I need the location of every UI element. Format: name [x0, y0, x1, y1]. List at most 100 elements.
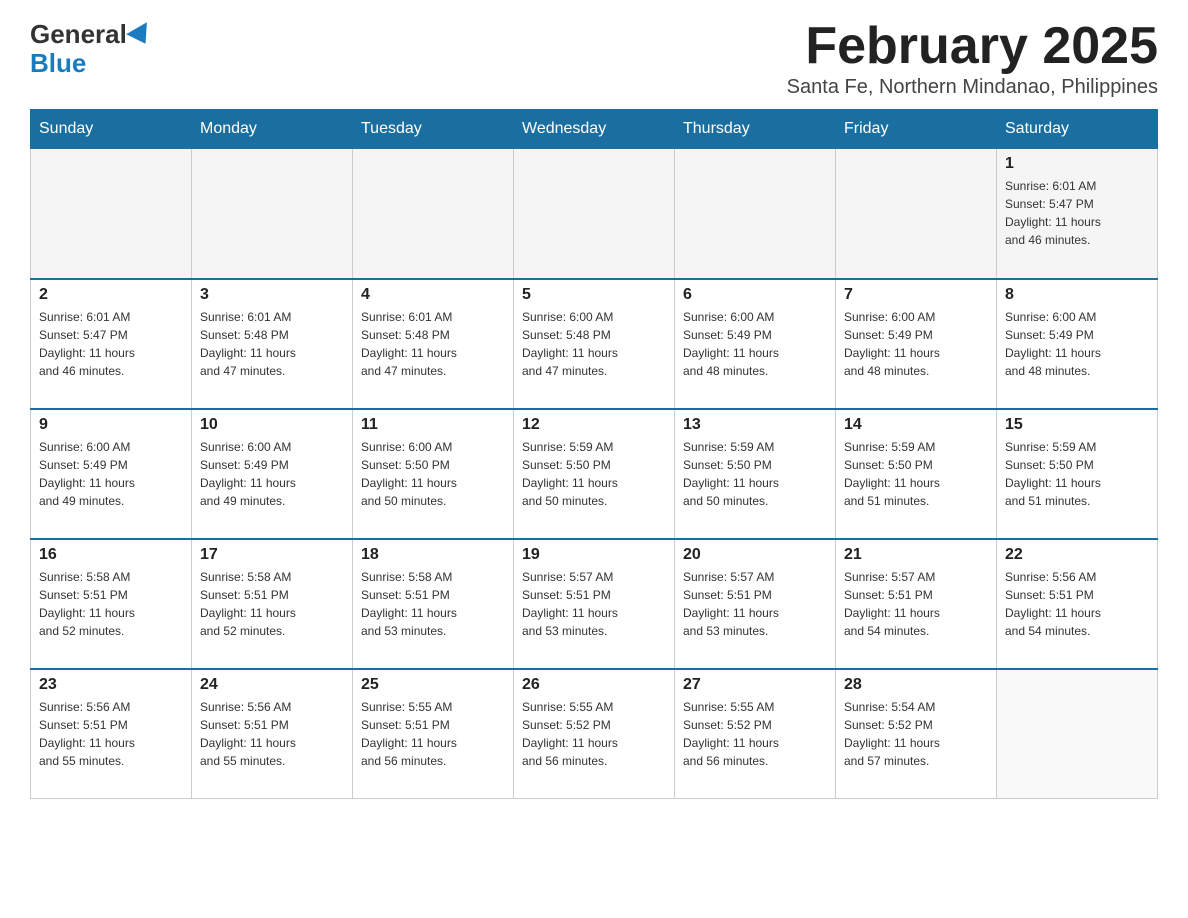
calendar-cell: 9 Sunrise: 6:00 AM Sunset: 5:49 PM Daylig…: [31, 409, 192, 539]
calendar-cell: 20 Sunrise: 5:57 AM Sunset: 5:51 PM Dayli…: [675, 539, 836, 669]
day-info: Sunrise: 6:00 AM Sunset: 5:49 PM Dayligh…: [844, 308, 988, 380]
calendar-cell: 13 Sunrise: 5:59 AM Sunset: 5:50 PM Dayli…: [675, 409, 836, 539]
calendar-cell: 22 Sunrise: 5:56 AM Sunset: 5:51 PM Dayli…: [997, 539, 1158, 669]
calendar-week-row: 9 Sunrise: 6:00 AM Sunset: 5:49 PM Daylig…: [31, 409, 1158, 539]
calendar-cell: 27 Sunrise: 5:55 AM Sunset: 5:52 PM Dayli…: [675, 669, 836, 799]
title-block: February 2025 Santa Fe, Northern Mindana…: [787, 20, 1158, 99]
day-info: Sunrise: 5:59 AM Sunset: 5:50 PM Dayligh…: [844, 438, 988, 510]
day-info: Sunrise: 5:54 AM Sunset: 5:52 PM Dayligh…: [844, 698, 988, 770]
day-number: 24: [200, 676, 344, 694]
logo-general-text: General: [30, 19, 127, 49]
calendar-week-row: 1 Sunrise: 6:01 AM Sunset: 5:47 PM Daylig…: [31, 149, 1158, 279]
calendar-cell: 1 Sunrise: 6:01 AM Sunset: 5:47 PM Daylig…: [997, 149, 1158, 279]
day-info: Sunrise: 6:01 AM Sunset: 5:47 PM Dayligh…: [1005, 177, 1149, 249]
calendar-cell: 21 Sunrise: 5:57 AM Sunset: 5:51 PM Dayli…: [836, 539, 997, 669]
calendar-cell: 28 Sunrise: 5:54 AM Sunset: 5:52 PM Dayli…: [836, 669, 997, 799]
day-number: 10: [200, 416, 344, 434]
day-info: Sunrise: 6:00 AM Sunset: 5:48 PM Dayligh…: [522, 308, 666, 380]
day-number: 17: [200, 546, 344, 564]
day-number: 27: [683, 676, 827, 694]
day-number: 28: [844, 676, 988, 694]
day-header-tuesday: Tuesday: [353, 110, 514, 149]
day-number: 13: [683, 416, 827, 434]
day-info: Sunrise: 5:57 AM Sunset: 5:51 PM Dayligh…: [844, 568, 988, 640]
day-info: Sunrise: 6:00 AM Sunset: 5:49 PM Dayligh…: [39, 438, 183, 510]
logo-arrow-icon: [126, 22, 156, 50]
calendar-cell: 6Sunrise: 6:00 AM Sunset: 5:49 PM Daylig…: [675, 279, 836, 409]
day-header-thursday: Thursday: [675, 110, 836, 149]
day-number: 12: [522, 416, 666, 434]
calendar-cell: [192, 149, 353, 279]
calendar-cell: 26 Sunrise: 5:55 AM Sunset: 5:52 PM Dayli…: [514, 669, 675, 799]
day-number: 16: [39, 546, 183, 564]
calendar-cell: [675, 149, 836, 279]
day-info: Sunrise: 5:59 AM Sunset: 5:50 PM Dayligh…: [683, 438, 827, 510]
day-info: Sunrise: 5:56 AM Sunset: 5:51 PM Dayligh…: [1005, 568, 1149, 640]
day-number: 5: [522, 286, 666, 304]
day-number: 7: [844, 286, 988, 304]
calendar-cell: [836, 149, 997, 279]
day-info: Sunrise: 5:58 AM Sunset: 5:51 PM Dayligh…: [200, 568, 344, 640]
day-headers-row: SundayMondayTuesdayWednesdayThursdayFrid…: [31, 110, 1158, 149]
calendar-cell: [514, 149, 675, 279]
day-header-monday: Monday: [192, 110, 353, 149]
calendar-cell: 19 Sunrise: 5:57 AM Sunset: 5:51 PM Dayli…: [514, 539, 675, 669]
calendar-cell: 23Sunrise: 5:56 AM Sunset: 5:51 PM Dayli…: [31, 669, 192, 799]
day-number: 20: [683, 546, 827, 564]
day-number: 15: [1005, 416, 1149, 434]
day-number: 1: [1005, 155, 1149, 173]
calendar-cell: [997, 669, 1158, 799]
day-info: Sunrise: 5:56 AM Sunset: 5:51 PM Dayligh…: [39, 698, 183, 770]
calendar-cell: 8 Sunrise: 6:00 AM Sunset: 5:49 PM Daylig…: [997, 279, 1158, 409]
logo: General Blue: [30, 20, 153, 77]
day-number: 3: [200, 286, 344, 304]
day-info: Sunrise: 5:57 AM Sunset: 5:51 PM Dayligh…: [683, 568, 827, 640]
day-number: 8: [1005, 286, 1149, 304]
day-info: Sunrise: 5:55 AM Sunset: 5:52 PM Dayligh…: [522, 698, 666, 770]
day-header-saturday: Saturday: [997, 110, 1158, 149]
calendar-cell: 18 Sunrise: 5:58 AM Sunset: 5:51 PM Dayli…: [353, 539, 514, 669]
calendar-week-row: 16 Sunrise: 5:58 AM Sunset: 5:51 PM Dayli…: [31, 539, 1158, 669]
calendar-cell: 24 Sunrise: 5:56 AM Sunset: 5:51 PM Dayli…: [192, 669, 353, 799]
calendar-cell: [31, 149, 192, 279]
calendar-cell: 7 Sunrise: 6:00 AM Sunset: 5:49 PM Daylig…: [836, 279, 997, 409]
day-info: Sunrise: 6:00 AM Sunset: 5:50 PM Dayligh…: [361, 438, 505, 510]
calendar-week-row: 2 Sunrise: 6:01 AM Sunset: 5:47 PM Daylig…: [31, 279, 1158, 409]
day-info: Sunrise: 5:55 AM Sunset: 5:51 PM Dayligh…: [361, 698, 505, 770]
day-info: Sunrise: 6:01 AM Sunset: 5:48 PM Dayligh…: [200, 308, 344, 380]
day-number: 11: [361, 416, 505, 434]
month-year-title: February 2025: [787, 20, 1158, 72]
calendar-cell: 14 Sunrise: 5:59 AM Sunset: 5:50 PM Dayli…: [836, 409, 997, 539]
day-info: Sunrise: 5:58 AM Sunset: 5:51 PM Dayligh…: [39, 568, 183, 640]
calendar-cell: 12 Sunrise: 5:59 AM Sunset: 5:50 PM Dayli…: [514, 409, 675, 539]
day-number: 22: [1005, 546, 1149, 564]
day-number: 4: [361, 286, 505, 304]
calendar-cell: 4Sunrise: 6:01 AM Sunset: 5:48 PM Daylig…: [353, 279, 514, 409]
day-number: 25: [361, 676, 505, 694]
day-number: 9: [39, 416, 183, 434]
calendar-cell: 3 Sunrise: 6:01 AM Sunset: 5:48 PM Daylig…: [192, 279, 353, 409]
day-info: Sunrise: 6:00 AM Sunset: 5:49 PM Dayligh…: [200, 438, 344, 510]
day-number: 2: [39, 286, 183, 304]
calendar-table: SundayMondayTuesdayWednesdayThursdayFrid…: [30, 109, 1158, 799]
day-header-sunday: Sunday: [31, 110, 192, 149]
day-number: 19: [522, 546, 666, 564]
location-subtitle: Santa Fe, Northern Mindanao, Philippines: [787, 76, 1158, 99]
day-info: Sunrise: 5:58 AM Sunset: 5:51 PM Dayligh…: [361, 568, 505, 640]
day-info: Sunrise: 6:01 AM Sunset: 5:47 PM Dayligh…: [39, 308, 183, 380]
day-number: 6: [683, 286, 827, 304]
day-info: Sunrise: 5:59 AM Sunset: 5:50 PM Dayligh…: [522, 438, 666, 510]
day-info: Sunrise: 5:55 AM Sunset: 5:52 PM Dayligh…: [683, 698, 827, 770]
day-number: 26: [522, 676, 666, 694]
day-info: Sunrise: 5:56 AM Sunset: 5:51 PM Dayligh…: [200, 698, 344, 770]
day-number: 21: [844, 546, 988, 564]
day-header-wednesday: Wednesday: [514, 110, 675, 149]
calendar-cell: 5 Sunrise: 6:00 AM Sunset: 5:48 PM Daylig…: [514, 279, 675, 409]
calendar-cell: 11 Sunrise: 6:00 AM Sunset: 5:50 PM Dayli…: [353, 409, 514, 539]
calendar-cell: 17 Sunrise: 5:58 AM Sunset: 5:51 PM Dayli…: [192, 539, 353, 669]
day-info: Sunrise: 6:00 AM Sunset: 5:49 PM Dayligh…: [1005, 308, 1149, 380]
day-number: 18: [361, 546, 505, 564]
page-header: General Blue February 2025 Santa Fe, Nor…: [30, 20, 1158, 99]
day-number: 14: [844, 416, 988, 434]
day-info: Sunrise: 5:57 AM Sunset: 5:51 PM Dayligh…: [522, 568, 666, 640]
